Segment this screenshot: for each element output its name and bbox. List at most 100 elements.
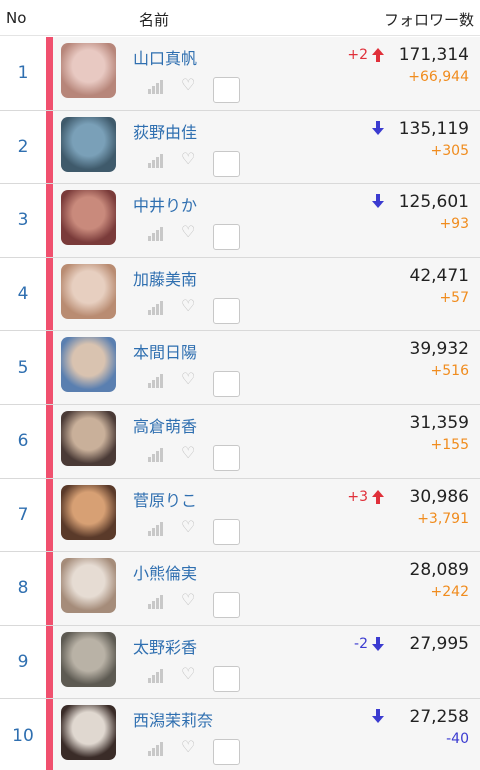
rank-number: 7: [0, 478, 46, 552]
heart-icon[interactable]: ♡: [181, 443, 195, 462]
accent-bar: [46, 404, 53, 478]
member-name-link[interactable]: 中井りか: [133, 192, 197, 216]
signal-bars-icon[interactable]: [148, 595, 164, 610]
signal-bars-icon[interactable]: [148, 742, 164, 757]
table-row[interactable]: 2 荻野由佳 ♡ 135,119 +305: [0, 110, 480, 185]
heart-icon[interactable]: ♡: [181, 590, 195, 609]
avatar[interactable]: [61, 631, 116, 687]
follower-gain: +155: [430, 436, 469, 453]
select-checkbox[interactable]: [213, 77, 240, 103]
accent-bar: [46, 37, 53, 110]
accent-bar: [46, 699, 53, 770]
avatar[interactable]: [61, 558, 116, 614]
rank-number: 2: [0, 110, 46, 184]
select-checkbox[interactable]: [213, 150, 240, 177]
member-name-link[interactable]: 荻野由佳: [133, 119, 197, 143]
follower-gain: +93: [439, 216, 469, 233]
select-checkbox[interactable]: [213, 297, 240, 324]
table-row[interactable]: 3 中井りか ♡ 125,601 +93: [0, 184, 480, 258]
follower-count: 27,258: [409, 707, 469, 728]
accent-bar: [46, 478, 53, 552]
follower-count: 28,089: [409, 560, 469, 581]
member-name-link[interactable]: 本間日陽: [133, 339, 197, 363]
arrow-up-icon: [372, 48, 384, 62]
rank-number: 1: [0, 37, 46, 110]
rank-change-value: -2: [354, 635, 368, 652]
avatar[interactable]: [61, 705, 116, 761]
arrow-down-icon: [372, 194, 384, 209]
follower-count: 42,471: [409, 265, 469, 286]
rank-change: [368, 709, 384, 724]
follower-gain: +516: [430, 363, 469, 380]
table-row[interactable]: 7 菅原りこ ♡ +3 30,986 +3,791: [0, 478, 480, 553]
select-checkbox[interactable]: [213, 518, 240, 545]
avatar[interactable]: [61, 116, 116, 172]
rank-number: 9: [0, 625, 46, 699]
member-name-link[interactable]: 菅原りこ: [133, 487, 197, 511]
signal-bars-icon[interactable]: [148, 521, 164, 536]
rank-change: +2: [347, 47, 384, 63]
rank-number: 4: [0, 257, 46, 331]
table-row[interactable]: 5 本間日陽 ♡ 39,932 +516: [0, 331, 480, 405]
heart-icon[interactable]: ♡: [181, 75, 195, 94]
heart-icon[interactable]: ♡: [181, 369, 195, 388]
avatar[interactable]: [61, 484, 116, 540]
heart-icon[interactable]: ♡: [181, 222, 195, 241]
rank-number: 10: [0, 699, 46, 770]
rank-number: 5: [0, 331, 46, 404]
heart-icon[interactable]: ♡: [181, 664, 195, 683]
member-name-link[interactable]: 小熊倫実: [133, 560, 197, 584]
signal-bars-icon[interactable]: [148, 374, 164, 389]
select-checkbox[interactable]: [213, 665, 240, 692]
member-name-link[interactable]: 太野彩香: [133, 634, 197, 658]
table-row[interactable]: 10 西潟茉莉奈 ♡ 27,258 -40: [0, 699, 480, 770]
follower-gain: +66,944: [408, 69, 469, 85]
signal-bars-icon[interactable]: [148, 80, 164, 94]
heart-icon[interactable]: ♡: [181, 517, 195, 536]
select-checkbox[interactable]: [213, 739, 240, 766]
table-header: No 名前 フォロワー数: [0, 0, 480, 36]
heart-icon[interactable]: ♡: [181, 737, 195, 756]
signal-bars-icon[interactable]: [148, 300, 164, 315]
avatar[interactable]: [61, 337, 116, 393]
signal-bars-icon[interactable]: [148, 227, 164, 242]
table-row[interactable]: 6 高倉萌香 ♡ 31,359 +155: [0, 404, 480, 479]
signal-bars-icon[interactable]: [148, 153, 164, 168]
heart-icon[interactable]: ♡: [181, 149, 195, 168]
select-checkbox[interactable]: [213, 371, 240, 398]
select-checkbox[interactable]: [213, 224, 240, 251]
avatar[interactable]: [61, 263, 116, 319]
avatar[interactable]: [61, 190, 116, 246]
signal-bars-icon[interactable]: [148, 668, 164, 683]
member-name-link[interactable]: 西潟茉莉奈: [133, 707, 213, 731]
accent-bar: [46, 257, 53, 331]
table-row[interactable]: 9 太野彩香 ♡ -2 27,995: [0, 625, 480, 700]
rank-change: [368, 120, 384, 135]
arrow-down-icon: [372, 636, 384, 651]
avatar[interactable]: [61, 43, 116, 98]
select-checkbox[interactable]: [213, 592, 240, 619]
follower-count: 171,314: [398, 45, 469, 65]
table-row[interactable]: 4 加藤美南 ♡ 42,471 +57: [0, 257, 480, 332]
signal-bars-icon[interactable]: [148, 447, 164, 462]
column-header-followers: フォロワー数: [383, 11, 474, 29]
avatar[interactable]: [61, 410, 116, 466]
rank-change: -2: [354, 636, 384, 652]
follower-gain: +305: [430, 142, 469, 159]
accent-bar: [46, 110, 53, 184]
table-row[interactable]: 8 小熊倫実 ♡ 28,089 +242: [0, 552, 480, 626]
select-checkbox[interactable]: [213, 444, 240, 471]
member-name-link[interactable]: 高倉萌香: [133, 413, 197, 437]
member-name-link[interactable]: 山口真帆: [133, 45, 197, 69]
follower-count: 31,359: [409, 412, 469, 433]
accent-bar: [46, 625, 53, 699]
accent-bar: [46, 331, 53, 404]
member-name-link[interactable]: 加藤美南: [133, 266, 197, 290]
arrow-down-icon: [372, 120, 384, 135]
ranking-list: 1 山口真帆 ♡ +2 171,314 +66,944 2 荻野由佳 ♡ 135…: [0, 37, 480, 770]
column-header-name: 名前: [139, 11, 170, 29]
follower-gain: -40: [446, 731, 469, 748]
table-row[interactable]: 1 山口真帆 ♡ +2 171,314 +66,944: [0, 37, 480, 111]
heart-icon[interactable]: ♡: [181, 296, 195, 315]
rank-change: [368, 194, 384, 209]
